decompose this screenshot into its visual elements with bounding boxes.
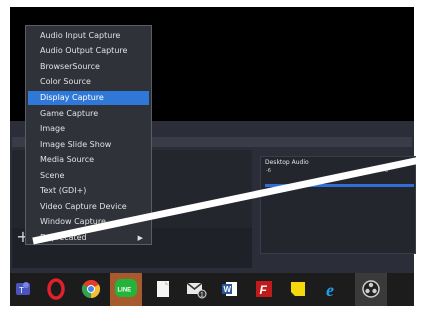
internet-explorer-icon[interactable]: e xyxy=(321,277,345,301)
svg-text:e: e xyxy=(326,280,334,300)
svg-text:LINE: LINE xyxy=(118,288,132,294)
menu-item-scene[interactable]: Scene xyxy=(28,169,149,183)
audio-tick-label: -6 xyxy=(383,168,388,174)
add-source-context-menu: Audio Input Capture Audio Output Capture… xyxy=(25,25,152,245)
audio-source-label: Desktop Audio xyxy=(265,159,309,166)
menu-item-audio-input-capture[interactable]: Audio Input Capture xyxy=(28,29,149,43)
menu-item-label: Deprecated xyxy=(40,233,87,242)
audio-tick-label: -6 xyxy=(266,168,271,174)
sticky-notes-icon[interactable] xyxy=(286,277,310,301)
menu-item-display-capture[interactable]: Display Capture xyxy=(28,91,149,105)
menu-item-video-capture-device[interactable]: Video Capture Device xyxy=(28,200,149,214)
opera-icon[interactable] xyxy=(44,277,68,301)
notepad-icon[interactable] xyxy=(151,277,175,301)
menu-item-deprecated[interactable]: Deprecated ▶ xyxy=(28,231,149,245)
chrome-icon[interactable] xyxy=(79,277,103,301)
menu-item-image-slide-show[interactable]: Image Slide Show xyxy=(28,138,149,152)
audio-meter-ticks: -6 -6 xyxy=(265,168,410,176)
menu-item-media-source[interactable]: Media Source xyxy=(28,153,149,167)
obs-taskbar-button[interactable] xyxy=(355,273,387,306)
menu-item-color-source[interactable]: Color Source xyxy=(28,75,149,89)
line-app-button[interactable]: LINE xyxy=(110,273,142,306)
filezilla-icon[interactable]: F xyxy=(252,277,276,301)
svg-text:T: T xyxy=(19,286,24,295)
menu-item-image[interactable]: Image xyxy=(28,122,149,136)
audio-volume-meter[interactable] xyxy=(265,184,414,187)
menu-item-game-capture[interactable]: Game Capture xyxy=(28,107,149,121)
menu-item-text-gdi[interactable]: Text (GDI+) xyxy=(28,184,149,198)
taskbar xyxy=(10,273,414,306)
mail-icon[interactable]: 1 xyxy=(184,277,208,301)
svg-text:F: F xyxy=(260,283,268,297)
menu-item-browser-source[interactable]: BrowserSource xyxy=(28,60,149,74)
menu-item-audio-output-capture[interactable]: Audio Output Capture xyxy=(28,44,149,58)
word-icon[interactable]: W xyxy=(218,277,242,301)
menu-item-window-capture[interactable]: Window Capture xyxy=(28,215,149,229)
teams-icon[interactable]: T xyxy=(11,277,35,301)
svg-text:W: W xyxy=(224,285,232,294)
submenu-arrow-icon: ▶ xyxy=(137,234,143,242)
